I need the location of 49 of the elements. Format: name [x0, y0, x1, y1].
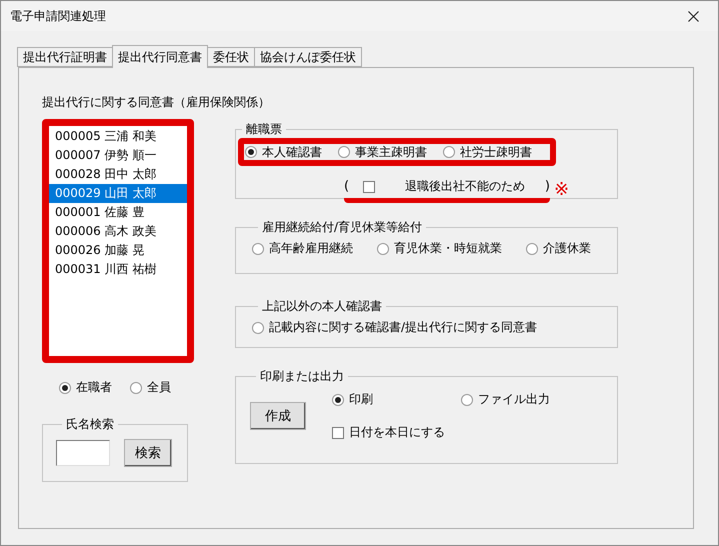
tab[interactable]: 提出代行同意書 — [112, 45, 208, 68]
name-search-field[interactable] — [56, 440, 110, 466]
radio-label: 社労士疎明書 — [460, 144, 532, 160]
list-item[interactable]: 000001 佐藤 豊 — [49, 203, 187, 222]
create-button[interactable]: 作成 — [250, 402, 306, 430]
window-title: 電子申請関連処理 — [10, 8, 106, 24]
radio-option[interactable]: 事業主疎明書 — [338, 144, 427, 160]
list-item[interactable]: 000026 加藤 晃 — [49, 241, 187, 260]
radio-label: 印刷 — [349, 391, 373, 408]
radio-label: 本人確認書 — [262, 144, 322, 160]
list-item[interactable]: 000005 三浦 和美 — [49, 127, 187, 146]
radio-option[interactable]: ファイル出力 — [461, 391, 550, 408]
radio-option[interactable]: 介護休業 — [526, 240, 591, 257]
group-label: 氏名検索 — [65, 416, 115, 433]
list-item[interactable]: 000031 川西 祐樹 — [49, 260, 187, 279]
group-label: 離職票 — [245, 121, 283, 138]
group-label: 上記以外の本人確認書 — [261, 298, 383, 315]
radio-label: 在職者 — [76, 379, 112, 396]
tab[interactable]: 委任状 — [207, 47, 255, 67]
list-item[interactable]: 000007 伊勢 順一 — [49, 146, 187, 165]
close-icon — [688, 10, 698, 22]
note-mark: ※ — [554, 178, 570, 200]
radio-label: 全員 — [147, 379, 171, 396]
employee-list[interactable]: 000005 三浦 和美 000007 伊勢 順一 000028 田中 太郎 000029 山田 太郎 000001 佐藤 豊 000006 高木 政美 000026 加藤 晃 000031 川西 祐樹 — [42, 119, 194, 363]
checkbox-label: 退職後出社不能のため — [405, 178, 526, 195]
list-item[interactable]: 000028 田中 太郎 — [49, 165, 187, 184]
radio-option[interactable]: 印刷 — [332, 391, 373, 408]
list-item[interactable]: 000029 山田 太郎 — [49, 184, 187, 203]
search-button[interactable]: 検索 — [124, 439, 172, 467]
group-label: 雇用継続給付/育児休業等給付 — [261, 219, 424, 236]
parenthesis: ) — [544, 179, 550, 194]
list-item[interactable]: 000006 高木 政美 — [49, 222, 187, 241]
tab[interactable]: 提出代行証明書 — [17, 47, 113, 67]
tab[interactable]: 協会けんぽ委任状 — [254, 47, 362, 67]
radio-option[interactable]: 高年齢雇用継続 — [252, 240, 353, 257]
section-heading: 提出代行に関する同意書（雇用保険関係） — [42, 94, 271, 111]
checkbox-option[interactable]: 日付を本日にする — [332, 424, 550, 441]
radio-label: 事業主疎明書 — [355, 144, 427, 160]
radio-option[interactable]: 全員 — [130, 379, 171, 396]
parenthesis: ( — [344, 179, 350, 194]
checkbox[interactable] — [363, 180, 376, 192]
radio-label: 高年齢雇用継続 — [269, 240, 353, 257]
radio-option[interactable]: 本人確認書 — [245, 144, 322, 160]
group-label: 印刷または出力 — [259, 368, 345, 385]
radio-label: ファイル出力 — [478, 391, 550, 408]
radio-label: 介護休業 — [543, 240, 591, 257]
checkbox-label: 日付を本日にする — [349, 424, 445, 441]
radio-option[interactable]: 社労士疎明書 — [443, 144, 532, 160]
radio-option[interactable]: 在職者 — [59, 379, 112, 396]
